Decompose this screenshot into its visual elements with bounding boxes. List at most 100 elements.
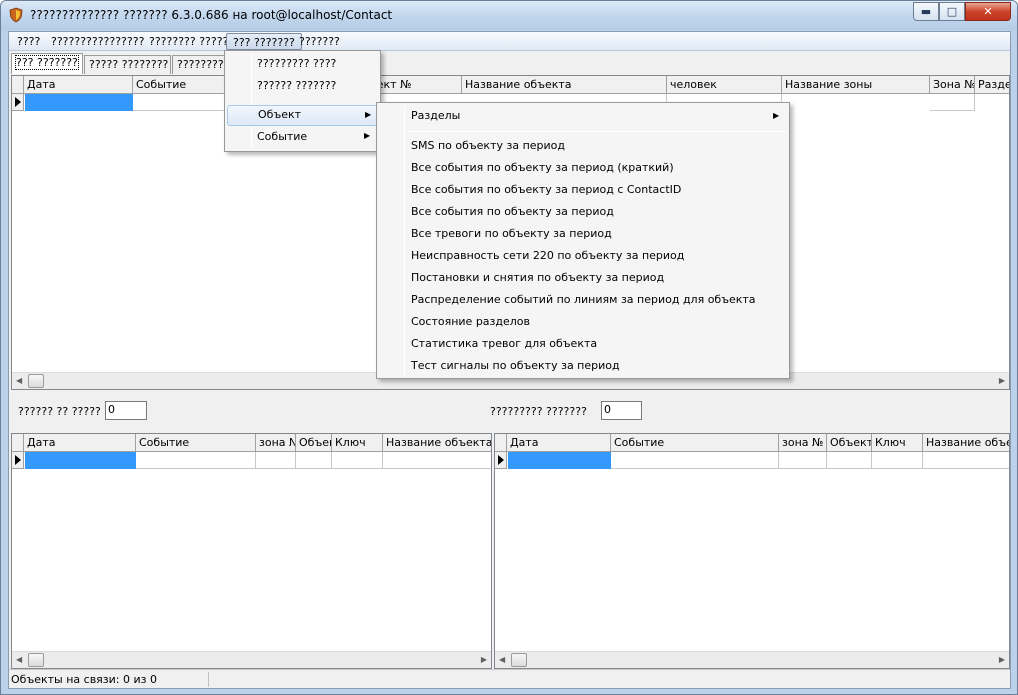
chevron-right-icon: ▶	[365, 110, 372, 119]
tab-3[interactable]: ????????	[172, 55, 228, 74]
col-date[interactable]: Дата	[24, 434, 136, 452]
col-object-name[interactable]: Название объекта	[383, 434, 491, 452]
grid-cell[interactable]	[872, 452, 923, 469]
dropdown-item-object[interactable]: Объект ▶	[227, 105, 378, 126]
right-counter-label: ????????? ???????	[490, 405, 587, 418]
dropdown-item-1[interactable]: ????????? ????	[227, 54, 378, 75]
col-zone-no[interactable]: зона №	[779, 434, 827, 452]
grid-cell[interactable]	[779, 452, 827, 469]
close-icon: ✕	[983, 5, 993, 18]
tab-strip: ??? ??????? ????? ???????? ????????	[9, 53, 1010, 75]
submenu-item-7[interactable]: Неисправность сети 220 по объекту за пер…	[379, 245, 787, 267]
col-object[interactable]: Объек	[296, 434, 332, 452]
submenu-item-11[interactable]: Статистика тревог для объекта	[379, 333, 787, 355]
grid-cell[interactable]	[296, 452, 332, 469]
grid-cell[interactable]	[611, 452, 779, 469]
col-object-name[interactable]: Название объекта	[462, 76, 667, 94]
menu-item-3[interactable]: ???????? ?????	[143, 33, 234, 50]
header-corner	[12, 76, 24, 94]
col-event[interactable]: Событие	[136, 434, 256, 452]
chevron-right-icon: ▶	[773, 111, 780, 120]
row-pointer-icon	[495, 452, 507, 469]
submenu-item-12[interactable]: Тест сигналы по объекту за период	[379, 355, 787, 377]
menu-item-2[interactable]: ????????????????	[45, 33, 150, 50]
submenu-item-4[interactable]: Все события по объекту за период с Conta…	[379, 179, 787, 201]
maximize-button[interactable]: □	[939, 2, 965, 21]
scroll-thumb[interactable]	[511, 653, 527, 667]
arrow-left-icon[interactable]: ◀	[499, 655, 505, 664]
maximize-icon: □	[946, 5, 958, 18]
scroll-thumb[interactable]	[28, 374, 44, 388]
bottom-right-hscrollbar[interactable]: ◀ ▶	[495, 651, 1009, 668]
col-partition[interactable]: Разде	[975, 76, 1009, 94]
col-key[interactable]: Ключ	[872, 434, 923, 452]
grid-cell[interactable]	[136, 452, 256, 469]
arrow-left-icon[interactable]: ◀	[16, 376, 22, 385]
menu-item-1[interactable]: ????	[11, 33, 46, 50]
submenu-item-8[interactable]: Постановки и снятия по объекту за период	[379, 267, 787, 289]
col-object[interactable]: Объект	[827, 434, 872, 452]
close-button[interactable]: ✕	[965, 2, 1011, 21]
app-window: ?????????????? ??????? 6.3.0.686 на root…	[0, 0, 1018, 695]
col-event[interactable]: Событие	[611, 434, 779, 452]
grid-cell[interactable]	[923, 452, 1009, 469]
col-person[interactable]: человек	[667, 76, 782, 94]
col-object-name[interactable]: Название объект	[923, 434, 1009, 452]
col-key[interactable]: Ключ	[332, 434, 383, 452]
bottom-right-grid-header: Дата Событие зона № Объект Ключ Название…	[495, 434, 1009, 452]
right-counter-field[interactable]: 0	[601, 401, 642, 420]
dropdown-item-2[interactable]: ?????? ???????	[227, 76, 378, 97]
col-zone-no[interactable]: зона №	[256, 434, 296, 452]
selected-cell[interactable]	[25, 94, 133, 111]
bottom-right-grid[interactable]: Дата Событие зона № Объект Ключ Название…	[494, 433, 1010, 669]
arrow-right-icon[interactable]: ▶	[481, 655, 487, 664]
submenu-item-10[interactable]: Состояние разделов	[379, 311, 787, 333]
submenu-item-2[interactable]: SMS по объекту за период	[379, 135, 787, 157]
chevron-right-icon: ▶	[364, 131, 371, 140]
object-reports-submenu: Разделы ▶ SMS по объекту за период Все с…	[376, 102, 790, 379]
counters-row: ?????? ?? ????? 0 ????????? ??????? 0	[9, 395, 1010, 431]
arrow-right-icon[interactable]: ▶	[999, 655, 1005, 664]
shield-icon	[9, 7, 23, 23]
col-date[interactable]: Дата	[507, 434, 611, 452]
bottom-left-hscrollbar[interactable]: ◀ ▶	[12, 651, 491, 668]
col-zone-name[interactable]: Название зоны	[782, 76, 930, 94]
menu-item-5[interactable]: ???????	[293, 33, 346, 50]
header-corner	[12, 434, 24, 452]
arrow-right-icon[interactable]: ▶	[999, 376, 1005, 385]
reports-dropdown-menu: ????????? ???? ?????? ??????? Объект ▶ С…	[224, 50, 381, 152]
submenu-item-3[interactable]: Все события по объекту за период (кратки…	[379, 157, 787, 179]
menu-item-4-active[interactable]: ??? ???????	[226, 33, 302, 50]
window-title: ?????????????? ??????? 6.3.0.686 на root…	[30, 8, 393, 22]
submenu-item-5[interactable]: Все события по объекту за период	[379, 201, 787, 223]
dropdown-item-object-label: Объект	[258, 108, 302, 121]
grid-cell[interactable]	[256, 452, 296, 469]
bottom-left-grid[interactable]: Дата Событие зона № Объек Ключ Название …	[11, 433, 492, 669]
left-counter-label: ?????? ?? ?????	[18, 405, 101, 418]
grid-cell[interactable]	[930, 94, 975, 111]
left-counter-field[interactable]: 0	[105, 401, 147, 420]
minimize-button[interactable]: ▬	[913, 2, 939, 21]
top-grid-header: Дата Событие ъект № Название объекта чел…	[12, 76, 1009, 94]
grid-cell[interactable]	[332, 452, 383, 469]
col-date[interactable]: Дата	[24, 76, 133, 94]
tab-1[interactable]: ??? ???????	[11, 53, 83, 74]
tab-2[interactable]: ????? ????????	[84, 55, 171, 74]
minimize-icon: ▬	[920, 5, 932, 18]
selected-cell[interactable]	[508, 452, 611, 469]
scroll-thumb[interactable]	[28, 653, 44, 667]
dropdown-item-event[interactable]: Событие ▶	[227, 127, 378, 148]
grid-cell[interactable]	[827, 452, 872, 469]
status-divider	[208, 672, 209, 687]
col-zone-no[interactable]: Зона №	[930, 76, 975, 94]
arrow-left-icon[interactable]: ◀	[16, 655, 22, 664]
submenu-item-partitions[interactable]: Разделы ▶	[379, 105, 787, 127]
submenu-item-6[interactable]: Все тревоги по объекту за период	[379, 223, 787, 245]
submenu-item-9[interactable]: Распределение событий по линиям за перио…	[379, 289, 787, 311]
window-controls: ▬ □ ✕	[913, 2, 1011, 21]
grid-cell[interactable]	[383, 452, 491, 469]
submenu-separator	[409, 131, 787, 132]
title-bar[interactable]: ?????????????? ??????? 6.3.0.686 на root…	[1, 1, 1017, 30]
tab-1-label: ??? ???????	[15, 55, 79, 70]
selected-cell[interactable]	[25, 452, 136, 469]
